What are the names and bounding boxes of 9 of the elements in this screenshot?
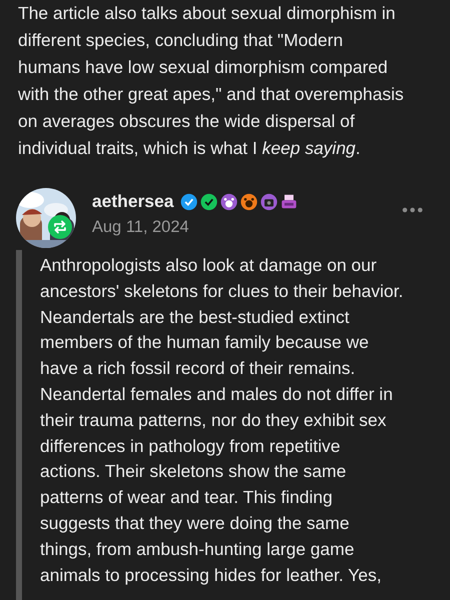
post-date: Aug 11, 2024 xyxy=(92,218,190,237)
quoted-paragraph: Anthropologists also look at damage on our ancestors' skeletons for clues to their behavior. Neandertals are the best-studied extinct members of the human family because we have a rich fossil record of their remains. Neandertal females and males do not differ in their trauma patterns, nor do they exhibit sex differences in pathology from repetitive actions. Their skeletons show the same patterns of wear and tear. This finding suggests that they were doing the same things, from ambush-hunting large game animals to processing hides for leather. Yes, xyxy=(40,254,404,587)
username[interactable]: aethersea xyxy=(92,191,174,212)
typewriter-icon xyxy=(280,192,298,210)
verified-icon xyxy=(180,192,198,210)
more-options-icon[interactable] xyxy=(402,207,423,213)
paragraph: The article also talks about sexual dimorphism in different species, concluding that "Modern humans have low sexual dimorphism compared with the other great apes," and that overemphasis on averages obscures the wide dispersal of individual traits, which is what I keep saying. xyxy=(17,2,405,160)
camera-badge-icon xyxy=(260,192,278,210)
check-badge-icon xyxy=(200,192,218,210)
